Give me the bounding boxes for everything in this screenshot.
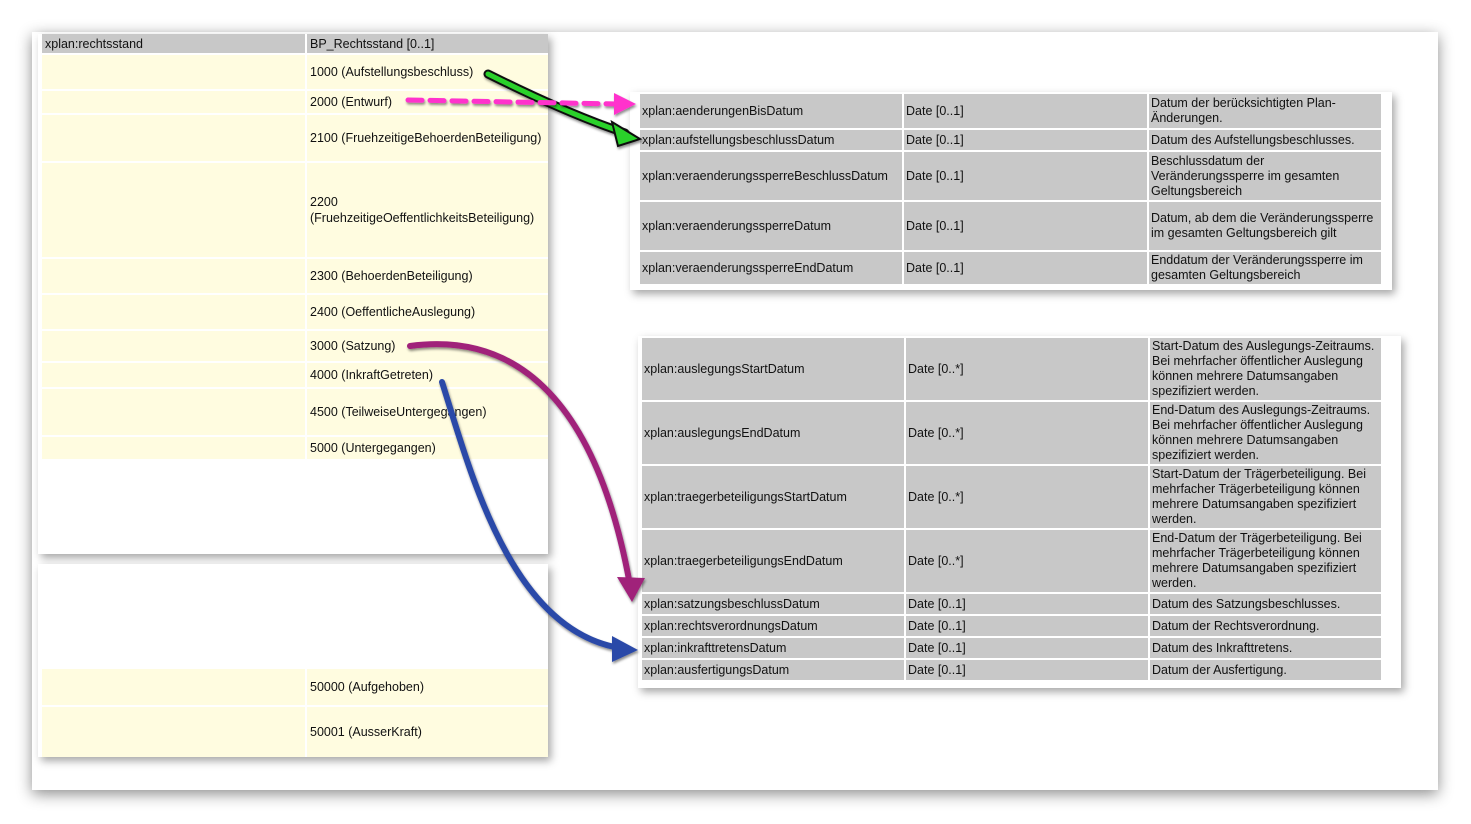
attr-name: xplan:ausfertigungsDatum (642, 660, 904, 680)
rechtsstand-value: 1000 (Aufstellungsbeschluss) (307, 55, 548, 89)
rechtsstand-header-type: BP_Rechtsstand [0..1] (307, 34, 548, 53)
attr-type: Date [0..*] (906, 402, 1148, 464)
attr-type: Date [0..1] (906, 638, 1148, 658)
table-row: xplan:auslegungsEndDatum Date [0..*] End… (642, 402, 1381, 464)
rechtsstand-value: 5000 (Untergegangen) (307, 437, 548, 459)
attr-type: Date [0..*] (906, 338, 1148, 400)
attr-desc: Datum der Rechtsverordnung. (1150, 616, 1381, 636)
attr-name: xplan:veraenderungssperreEndDatum (640, 252, 902, 284)
attr-type: Date [0..1] (906, 616, 1148, 636)
attr-type: Date [0..1] (904, 252, 1147, 284)
table-row: xplan:aenderungenBisDatum Date [0..1] Da… (640, 94, 1381, 128)
attr-type: Date [0..1] (904, 94, 1147, 128)
rechtsstand-value: 4500 (TeilweiseUntergegangen) (307, 389, 548, 435)
rechtsstand-value: 50000 (Aufgehoben) (307, 669, 548, 705)
attr-desc: Datum der Ausfertigung. (1150, 660, 1381, 680)
attr-type: Date [0..1] (906, 594, 1148, 614)
rechtsstand-table: xplan:rechtsstand BP_Rechtsstand [0..1] … (38, 34, 548, 554)
rechtsstand-value: 50001 (AusserKraft) (307, 707, 548, 757)
attr-name: xplan:aenderungenBisDatum (640, 94, 902, 128)
rechtsstand-row: 2300 (BehoerdenBeteiligung) (38, 259, 548, 293)
attr-name: xplan:veraenderungssperreDatum (640, 202, 902, 250)
attr-name: xplan:veraenderungssperreBeschlussDatum (640, 152, 902, 200)
rechtsstand-row: 5000 (Untergegangen) (38, 437, 548, 459)
attr-desc: Datum der berücksichtigten Plan-Änderung… (1149, 94, 1381, 128)
attr-desc: Datum des Satzungsbeschlusses. (1150, 594, 1381, 614)
attr-type: Date [0..1] (904, 152, 1147, 200)
attr-name: xplan:inkrafttretensDatum (642, 638, 904, 658)
rechtsstand-row: 4500 (TeilweiseUntergegangen) (38, 389, 548, 435)
rechtsstand-value: 2400 (OeffentlicheAuslegung) (307, 295, 548, 329)
rechtsstand-row: 2200 (FruehzeitigeOeffentlichkeitsBeteil… (38, 163, 548, 257)
table-row: xplan:veraenderungssperreEndDatum Date [… (640, 252, 1381, 284)
attr-name: xplan:auslegungsEndDatum (642, 402, 904, 464)
attr-type: Date [0..1] (906, 660, 1148, 680)
attr-name: xplan:aufstellungsbeschlussDatum (640, 130, 902, 150)
rechtsstand-row: 50000 (Aufgehoben) (38, 669, 548, 705)
rechtsstand-row: 2000 (Entwurf) (38, 91, 548, 113)
attr-desc: End-Datum des Auslegungs-Zeitraums. Bei … (1150, 402, 1381, 464)
table-row: xplan:traegerbeteiligungsStartDatum Date… (642, 466, 1381, 528)
rechtsstand-value: 2200 (FruehzeitigeOeffentlichkeitsBeteil… (307, 163, 548, 257)
rechtsstand-row: 2400 (OeffentlicheAuslegung) (38, 295, 548, 329)
table-row: xplan:aufstellungsbeschlussDatum Date [0… (640, 130, 1381, 150)
rechtsstand-row: 3000 (Satzung) (38, 331, 548, 361)
rechtsstand-row: 1000 (Aufstellungsbeschluss) (38, 55, 548, 89)
attr-name: xplan:rechtsverordnungsDatum (642, 616, 904, 636)
rechtsstand-row: 4000 (InkraftGetreten) (38, 363, 548, 387)
table-row: xplan:traegerbeteiligungsEndDatum Date [… (642, 530, 1381, 592)
attr-type: Date [0..*] (906, 466, 1148, 528)
rechtsstand-value: 2100 (FruehzeitigeBehoerdenBeteiligung) (307, 115, 548, 161)
date-table-top: xplan:aenderungenBisDatum Date [0..1] Da… (630, 92, 1392, 290)
attr-desc: Datum des Inkrafttretens. (1150, 638, 1381, 658)
table-row: xplan:inkrafttretensDatum Date [0..1] Da… (642, 638, 1381, 658)
attr-type: Date [0..1] (904, 130, 1147, 150)
attr-desc: Start-Datum der Trägerbeteiligung. Bei m… (1150, 466, 1381, 528)
attr-name: xplan:traegerbeteiligungsEndDatum (642, 530, 904, 592)
rechtsstand-value: 2300 (BehoerdenBeteiligung) (307, 259, 548, 293)
attr-desc: Datum, ab dem die Veränderungssperre im … (1149, 202, 1381, 250)
attr-name: xplan:satzungsbeschlussDatum (642, 594, 904, 614)
table-row: xplan:rechtsverordnungsDatum Date [0..1]… (642, 616, 1381, 636)
rechtsstand-row: 2100 (FruehzeitigeBehoerdenBeteiligung) (38, 115, 548, 161)
attr-type: Date [0..1] (904, 202, 1147, 250)
table-row: xplan:veraenderungssperreBeschlussDatum … (640, 152, 1381, 200)
attr-desc: End-Datum der Trägerbeteiligung. Bei meh… (1150, 530, 1381, 592)
date-table-bottom: xplan:auslegungsStartDatum Date [0..*] S… (638, 336, 1401, 688)
attr-desc: Beschlussdatum der Veränderungssperre im… (1149, 152, 1381, 200)
table-row: xplan:satzungsbeschlussDatum Date [0..1]… (642, 594, 1381, 614)
rechtsstand-header-row: xplan:rechtsstand BP_Rechtsstand [0..1] (38, 34, 548, 53)
table-row: xplan:ausfertigungsDatum Date [0..1] Dat… (642, 660, 1381, 680)
attr-name: xplan:traegerbeteiligungsStartDatum (642, 466, 904, 528)
table-row: xplan:auslegungsStartDatum Date [0..*] S… (642, 338, 1381, 400)
rechtsstand-value: 4000 (InkraftGetreten) (307, 363, 548, 387)
rechtsstand-value: 2000 (Entwurf) (307, 91, 548, 113)
attr-type: Date [0..*] (906, 530, 1148, 592)
rechtsstand-header-name: xplan:rechtsstand (42, 34, 305, 53)
rechtsstand-value: 3000 (Satzung) (307, 331, 548, 361)
attr-desc: Datum des Aufstellungsbeschlusses. (1149, 130, 1381, 150)
attr-name: xplan:auslegungsStartDatum (642, 338, 904, 400)
attr-desc: Enddatum der Veränderungssperre im gesam… (1149, 252, 1381, 284)
attr-desc: Start-Datum des Auslegungs-Zeitraums. Be… (1150, 338, 1381, 400)
rechtsstand-row: 50001 (AusserKraft) (38, 707, 548, 757)
rechtsstand-table-lower: 50000 (Aufgehoben) 50001 (AusserKraft) (38, 564, 548, 757)
table-row: xplan:veraenderungssperreDatum Date [0..… (640, 202, 1381, 250)
